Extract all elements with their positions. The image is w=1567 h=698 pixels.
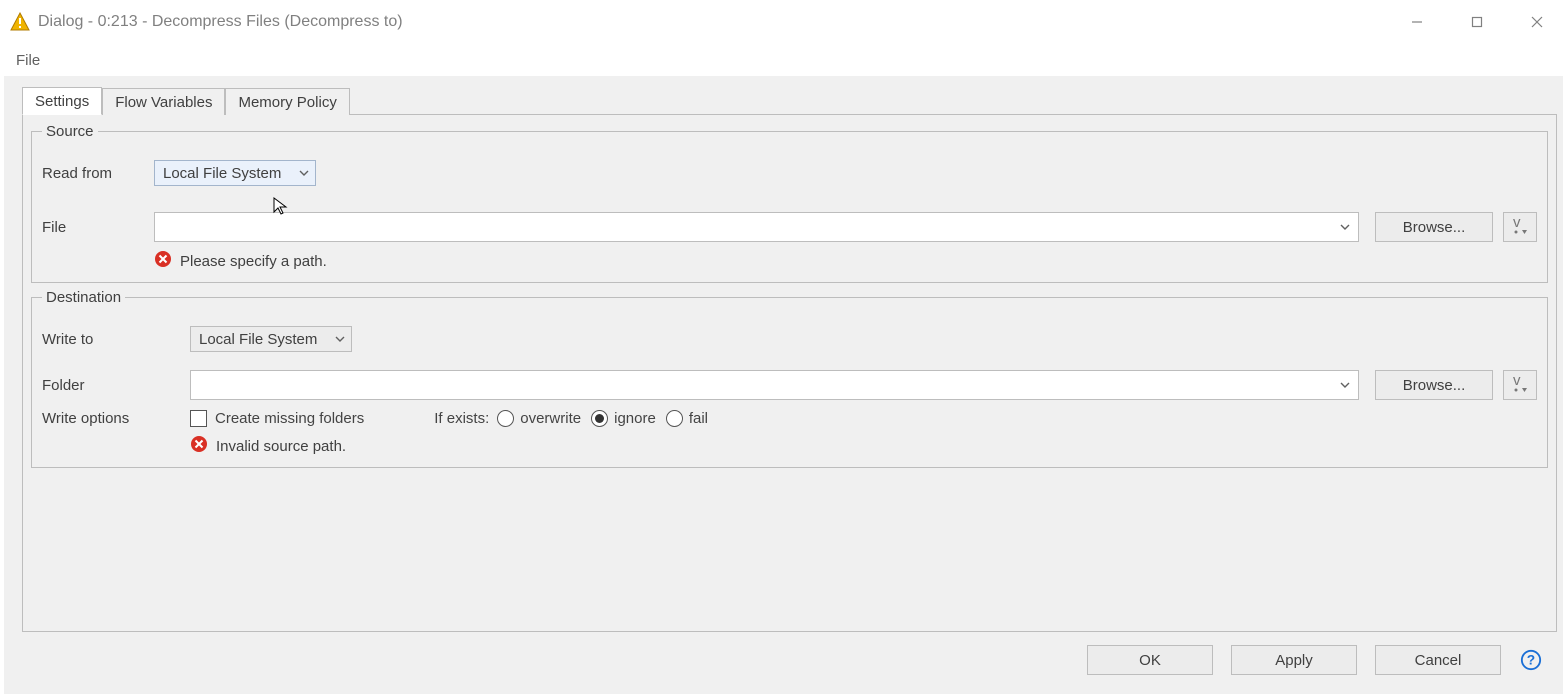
write-to-select[interactable]: Local File System: [190, 326, 352, 352]
flow-variable-button-source[interactable]: v: [1503, 212, 1537, 242]
tab-settings[interactable]: Settings: [22, 87, 102, 115]
folder-label: Folder: [42, 377, 154, 394]
chevron-down-icon: [335, 331, 345, 348]
write-options-label: Write options: [42, 410, 154, 427]
file-history-dropdown[interactable]: [1332, 213, 1358, 241]
radio-overwrite-label: overwrite: [520, 410, 581, 427]
destination-legend: Destination: [42, 289, 125, 306]
radio-ignore[interactable]: ignore: [591, 410, 656, 427]
tab-row: Settings Flow Variables Memory Policy: [22, 82, 1557, 114]
error-icon: [190, 435, 208, 457]
cancel-button[interactable]: Cancel: [1375, 645, 1501, 675]
title-bar: Dialog - 0:213 - Decompress Files (Decom…: [0, 0, 1567, 44]
write-to-value: Local File System: [199, 331, 317, 348]
tab-memory-policy[interactable]: Memory Policy: [225, 88, 349, 115]
svg-text:v: v: [1513, 219, 1521, 231]
window-title: Dialog - 0:213 - Decompress Files (Decom…: [38, 13, 403, 31]
radio-fail-label: fail: [689, 410, 708, 427]
app-icon: [10, 12, 30, 32]
radio-ignore-label: ignore: [614, 410, 656, 427]
write-to-label: Write to: [42, 331, 154, 348]
create-missing-folders-label: Create missing folders: [215, 410, 364, 427]
minimize-button[interactable]: [1387, 0, 1447, 44]
apply-button[interactable]: Apply: [1231, 645, 1357, 675]
help-icon[interactable]: ?: [1519, 648, 1543, 672]
create-missing-folders-checkbox[interactable]: Create missing folders: [190, 410, 364, 427]
file-input-wrapper: [154, 212, 1359, 242]
chevron-down-icon: [299, 165, 309, 182]
menu-file[interactable]: File: [10, 50, 46, 71]
maximize-button[interactable]: [1447, 0, 1507, 44]
error-icon: [154, 250, 172, 272]
source-error-text: Please specify a path.: [180, 253, 327, 270]
radio-fail[interactable]: fail: [666, 410, 708, 427]
flow-variable-button-destination[interactable]: v: [1503, 370, 1537, 400]
file-label: File: [42, 219, 154, 236]
radio-overwrite[interactable]: overwrite: [497, 410, 581, 427]
destination-error-text: Invalid source path.: [216, 438, 346, 455]
browse-folder-button[interactable]: Browse...: [1375, 370, 1493, 400]
dialog-footer: OK Apply Cancel ?: [22, 632, 1557, 688]
source-legend: Source: [42, 123, 98, 140]
close-button[interactable]: [1507, 0, 1567, 44]
folder-history-dropdown[interactable]: [1332, 371, 1358, 399]
read-from-select[interactable]: Local File System: [154, 160, 316, 186]
source-group: Source Read from Local File System File …: [31, 123, 1548, 283]
menu-bar: File: [0, 44, 1567, 76]
folder-input-wrapper: [190, 370, 1359, 400]
tab-flow-variables[interactable]: Flow Variables: [102, 88, 225, 115]
if-exists-label: If exists:: [434, 410, 489, 427]
destination-group: Destination Write to Local File System F…: [31, 289, 1548, 468]
ok-button[interactable]: OK: [1087, 645, 1213, 675]
folder-input[interactable]: [191, 371, 1332, 399]
file-input[interactable]: [155, 213, 1332, 241]
svg-text:?: ?: [1527, 653, 1535, 668]
svg-text:v: v: [1513, 377, 1521, 389]
read-from-label: Read from: [42, 165, 154, 182]
read-from-value: Local File System: [163, 165, 281, 182]
browse-file-button[interactable]: Browse...: [1375, 212, 1493, 242]
